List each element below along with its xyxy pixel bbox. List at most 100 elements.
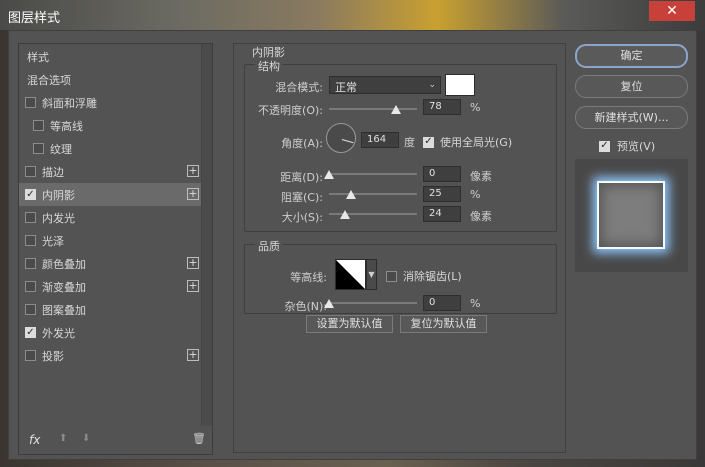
add-drop-shadow-plus-icon[interactable]: + — [187, 349, 199, 361]
color-overlay-checkbox[interactable] — [25, 258, 36, 269]
choke-input[interactable]: 25 — [423, 186, 461, 202]
list-item-label: 纹理 — [50, 143, 72, 156]
outer-glow-checkbox[interactable]: ✓ — [25, 327, 36, 338]
angle-dial-needle — [341, 139, 354, 144]
inner-shadow-checkbox[interactable]: ✓ — [25, 189, 36, 200]
global-light-label: 使用全局光(G) — [440, 136, 513, 149]
opacity-input[interactable]: 78 — [423, 99, 461, 115]
contour-checkbox[interactable] — [33, 120, 44, 131]
list-item-label: 内发光 — [42, 212, 75, 225]
distance-slider[interactable] — [329, 173, 417, 175]
add-inner-shadow-plus-icon[interactable]: + — [187, 188, 199, 200]
satin-checkbox[interactable] — [25, 235, 36, 246]
choke-slider[interactable] — [329, 193, 417, 195]
global-light-toggle[interactable]: ✓ 使用全局光(G) — [423, 134, 512, 150]
style-preview-thumbnail — [575, 159, 688, 272]
list-item-texture[interactable]: 纹理 — [19, 137, 202, 160]
stroke-checkbox[interactable] — [25, 166, 36, 177]
trash-icon[interactable]: 🗑 — [192, 432, 206, 445]
size-input[interactable]: 24 — [423, 206, 461, 222]
distance-slider-thumb[interactable] — [324, 170, 334, 179]
noise-unit: % — [470, 297, 481, 310]
drop-shadow-checkbox[interactable] — [25, 350, 36, 361]
window-title: 图层样式 — [8, 11, 61, 26]
global-light-checkbox[interactable]: ✓ — [423, 136, 434, 148]
list-item-label: 混合选项 — [27, 74, 71, 87]
choke-unit: % — [470, 188, 481, 201]
angle-input[interactable]: 164 — [361, 132, 399, 148]
choke-label: 阻塞(C): — [281, 191, 323, 204]
gradient-overlay-checkbox[interactable] — [25, 281, 36, 292]
opacity-slider[interactable] — [329, 108, 417, 110]
chevron-down-icon: ⌄ — [428, 80, 436, 90]
reset-default-button[interactable]: 复位为默认值 — [400, 315, 487, 333]
noise-slider[interactable] — [329, 302, 417, 304]
list-item-bevel-emboss[interactable]: 斜面和浮雕 — [19, 91, 202, 114]
list-item-pattern-overlay[interactable]: 图案叠加 — [19, 298, 202, 321]
add-gradient-overlay-plus-icon[interactable]: + — [187, 280, 199, 292]
list-item-label: 样式 — [27, 51, 49, 64]
styles-list-footer: fx ⬆ ⬇ 🗑 — [19, 426, 212, 454]
angle-label: 角度(A): — [281, 137, 323, 150]
shadow-color-swatch[interactable] — [445, 74, 475, 96]
list-item-inner-glow[interactable]: 内发光 — [19, 206, 202, 229]
list-item-blending-options[interactable]: 混合选项 — [19, 68, 202, 91]
ok-button[interactable]: 确定 — [575, 44, 688, 68]
reset-button[interactable]: 复位 — [575, 75, 688, 98]
anti-alias-toggle[interactable]: 消除锯齿(L) — [386, 268, 462, 284]
list-item-outer-glow[interactable]: ✓ 外发光 — [19, 321, 202, 344]
noise-input[interactable]: 0 — [423, 295, 461, 311]
list-header-styles[interactable]: 样式 — [19, 45, 202, 68]
list-item-color-overlay[interactable]: 颜色叠加 + — [19, 252, 202, 275]
move-down-icon[interactable]: ⬇ — [82, 433, 90, 444]
bevel-emboss-checkbox[interactable] — [25, 97, 36, 108]
list-item-label: 渐变叠加 — [42, 281, 86, 294]
list-item-label: 外发光 — [42, 327, 75, 340]
opacity-label: 不透明度(O): — [258, 104, 323, 117]
preview-label: 预览(V) — [617, 140, 656, 153]
add-color-overlay-plus-icon[interactable]: + — [187, 257, 199, 269]
list-item-gradient-overlay[interactable]: 渐变叠加 + — [19, 275, 202, 298]
make-default-button[interactable]: 设置为默认值 — [306, 315, 393, 333]
move-up-icon[interactable]: ⬆ — [59, 433, 67, 444]
texture-checkbox[interactable] — [33, 143, 44, 154]
add-stroke-plus-icon[interactable]: + — [187, 165, 199, 177]
pattern-overlay-checkbox[interactable] — [25, 304, 36, 315]
angle-dial[interactable] — [326, 123, 356, 153]
blend-mode-value: 正常 — [335, 81, 357, 94]
blend-mode-label: 混合模式: — [275, 81, 323, 94]
choke-slider-thumb[interactable] — [346, 190, 356, 199]
new-style-button[interactable]: 新建样式(W)... — [575, 106, 688, 129]
inner-glow-checkbox[interactable] — [25, 212, 36, 223]
fx-menu-icon[interactable]: fx — [29, 433, 40, 447]
size-slider-thumb[interactable] — [340, 210, 350, 219]
opacity-unit: % — [470, 101, 481, 114]
chevron-down-icon: ▼ — [368, 270, 375, 279]
preview-checkbox[interactable]: ✓ — [599, 140, 610, 152]
contour-picker[interactable] — [335, 259, 366, 290]
styles-list-scrollbar[interactable] — [201, 44, 212, 426]
angle-unit: 度 — [404, 136, 415, 149]
title-bar: 图层样式 ✕ — [0, 0, 705, 30]
noise-label: 杂色(N): — [284, 300, 327, 313]
list-item-satin[interactable]: 光泽 — [19, 229, 202, 252]
noise-slider-thumb[interactable] — [324, 299, 334, 308]
list-item-drop-shadow[interactable]: 投影 + — [19, 344, 202, 367]
layer-style-dialog: 样式 混合选项 斜面和浮雕 等高线 纹理 描边 + ✓ 内阴影 + 内发光 光泽… — [8, 30, 697, 460]
structure-group: 结构 混合模式: 正常 ⌄ 不透明度(O): 78 % 角度(A): 164 度… — [244, 58, 557, 232]
list-item-label: 描边 — [42, 166, 64, 179]
preview-toggle[interactable]: ✓ 预览(V) — [599, 138, 655, 154]
list-item-contour[interactable]: 等高线 — [19, 114, 202, 137]
list-item-label: 内阴影 — [42, 189, 75, 202]
blend-mode-select[interactable]: 正常 ⌄ — [329, 76, 441, 94]
list-item-inner-shadow[interactable]: ✓ 内阴影 + — [19, 183, 202, 206]
styles-list-panel: 样式 混合选项 斜面和浮雕 等高线 纹理 描边 + ✓ 内阴影 + 内发光 光泽… — [18, 43, 213, 455]
size-label: 大小(S): — [281, 211, 323, 224]
distance-input[interactable]: 0 — [423, 166, 461, 182]
list-item-stroke[interactable]: 描边 + — [19, 160, 202, 183]
contour-dropdown-button[interactable]: ▼ — [366, 259, 377, 290]
opacity-slider-thumb[interactable] — [391, 105, 401, 114]
quality-group: 品质 等高线: ▼ 消除锯齿(L) 杂色(N): 0 % — [244, 238, 557, 314]
anti-alias-checkbox[interactable] — [386, 270, 397, 282]
close-button[interactable]: ✕ — [649, 1, 695, 21]
